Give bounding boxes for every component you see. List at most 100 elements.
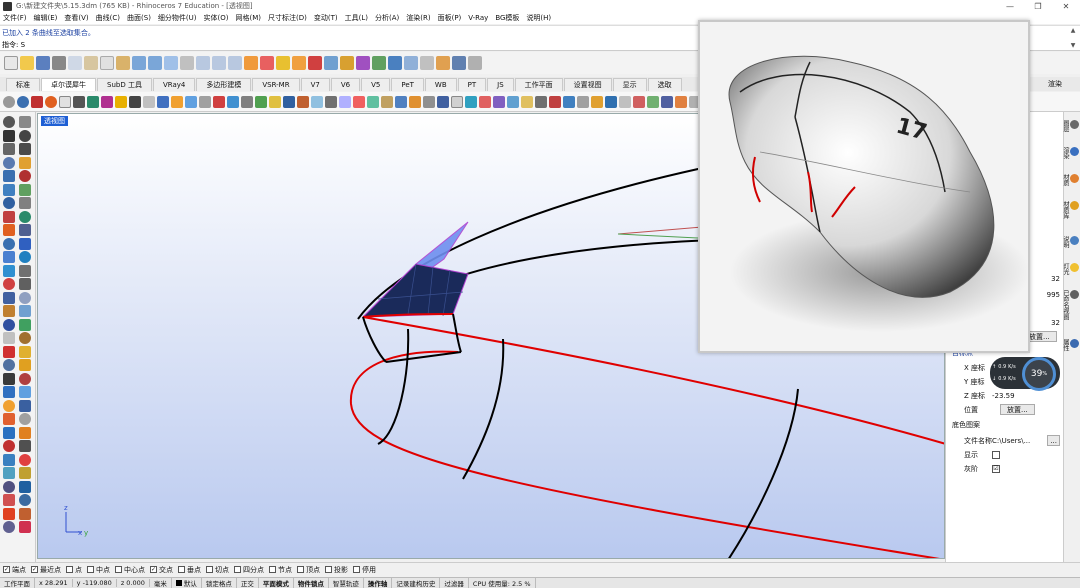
osnap-checkbox[interactable]: ✓ (31, 566, 38, 573)
dimension-tool-icon[interactable] (3, 386, 15, 398)
menu-edit[interactable]: 编辑(E) (34, 13, 58, 23)
tab-vray4[interactable]: VRay4 (152, 78, 196, 91)
join-tool-icon[interactable] (3, 359, 15, 371)
osnap-item[interactable]: 节点 (269, 565, 292, 575)
menu-vray[interactable]: V-Ray (468, 14, 488, 22)
move-tool-icon[interactable] (3, 305, 15, 317)
menu-transform[interactable]: 变动(T) (314, 13, 338, 23)
right-tab-3[interactable]: 材质库 (1062, 201, 1079, 219)
box-tool-icon[interactable] (3, 237, 15, 250)
offset-curve-tool-icon[interactable] (3, 183, 15, 196)
undo-tool-icon[interactable] (3, 507, 15, 520)
cplane-icon[interactable] (260, 56, 274, 70)
env-map-tool-icon[interactable] (493, 95, 505, 108)
camera-tool-icon[interactable] (19, 440, 31, 452)
select-tool-icon[interactable] (3, 116, 15, 128)
plane-tool-icon[interactable] (3, 197, 15, 209)
menu-panels[interactable]: 面板(P) (438, 13, 462, 23)
menu-mesh[interactable]: 网格(M) (236, 13, 262, 23)
redo-icon[interactable] (148, 56, 162, 70)
osnap-item[interactable]: ✓ 端点 (3, 565, 26, 575)
osnap-checkbox[interactable]: ✓ (3, 566, 10, 573)
osnap-item[interactable]: 中心点 (115, 565, 145, 575)
menu-curve[interactable]: 曲线(C) (96, 13, 120, 23)
place-button[interactable]: 放置... (1000, 404, 1035, 415)
block-tool-icon[interactable] (549, 95, 561, 108)
revolve-tool-icon[interactable] (3, 224, 15, 236)
status-gumball[interactable]: 操作轴 (364, 578, 393, 588)
tab-v5[interactable]: V5 (361, 78, 391, 91)
subd-tool-icon[interactable] (19, 291, 31, 304)
osnap-checkbox[interactable] (234, 566, 241, 573)
curvature-tool-icon[interactable] (465, 95, 477, 108)
hide-icon[interactable] (308, 56, 322, 70)
copy-tool-icon[interactable] (19, 305, 31, 317)
fillet-tool-icon[interactable] (171, 95, 183, 108)
status-units[interactable]: 毫米 (150, 578, 172, 588)
osnap-item[interactable]: 垂点 (178, 565, 201, 575)
right-tab-5[interactable]: 灯光 (1062, 262, 1079, 275)
browse-button[interactable]: ... (1047, 435, 1060, 446)
torus-tool-icon[interactable] (3, 264, 15, 277)
polygon-tool-icon[interactable] (3, 170, 15, 182)
rotate-view-icon[interactable] (180, 56, 194, 70)
point-tool-icon[interactable] (19, 116, 31, 128)
circle-tool-icon[interactable] (3, 143, 15, 155)
cone-tool-icon[interactable] (19, 251, 31, 263)
osnap-checkbox[interactable] (66, 566, 73, 573)
tab-subd-tools[interactable]: SubD 工具 (97, 78, 152, 91)
right-tab-4[interactable]: 说明 (1062, 235, 1079, 248)
tab-v6[interactable]: V6 (330, 78, 361, 91)
paste-icon[interactable] (116, 56, 130, 70)
help-tool-icon[interactable] (3, 521, 15, 533)
osnap-checkbox[interactable] (297, 566, 304, 573)
draft-tool-icon[interactable] (479, 95, 491, 108)
text-tool-icon[interactable] (535, 95, 547, 108)
status-layer[interactable]: 默认 (172, 578, 202, 588)
block-tool-icon[interactable] (19, 372, 31, 385)
project-tool-icon[interactable] (619, 95, 631, 108)
select-icon[interactable] (244, 56, 258, 70)
pipe-tool-icon[interactable] (19, 264, 31, 277)
tab-zhuoer-rhino[interactable]: 卓尔谟犀牛 (41, 78, 96, 91)
render-tool-icon[interactable] (3, 426, 15, 439)
split-tool-icon[interactable] (227, 95, 239, 108)
mirror-tool-icon[interactable] (3, 332, 15, 344)
cylinder-tool-icon[interactable] (3, 251, 15, 263)
offset-tool-icon[interactable] (269, 95, 281, 108)
command-prompt[interactable]: 指令: S (2, 40, 25, 50)
rotate-tool-icon[interactable] (339, 95, 351, 108)
save-icon[interactable] (36, 56, 50, 70)
shell-tool-icon[interactable] (19, 278, 31, 290)
right-tab-2[interactable]: 材质 (1062, 174, 1079, 186)
osnap-checkbox[interactable] (87, 566, 94, 573)
sweep-tool-icon[interactable] (199, 95, 211, 108)
osnap-checkbox[interactable] (178, 566, 185, 573)
render-icon[interactable] (388, 56, 402, 70)
menu-view[interactable]: 查看(V) (64, 13, 88, 23)
layout-tool-icon[interactable] (507, 95, 519, 108)
mesh-tool-icon[interactable] (87, 95, 99, 108)
extrude-tool-icon[interactable] (3, 210, 15, 223)
close-button[interactable]: ✕ (1052, 0, 1080, 12)
zoom-icon[interactable] (196, 56, 210, 70)
sweep-tool-icon[interactable] (19, 224, 31, 236)
right-tab-0[interactable]: 图层 (1062, 120, 1079, 132)
named-view-tool-icon[interactable] (19, 453, 31, 466)
menu-render[interactable]: 渲染(R) (406, 13, 430, 23)
analyze-tool-icon[interactable] (3, 413, 15, 425)
z-coordinate-value[interactable]: -23.59 (992, 392, 1060, 400)
redo-tool-icon[interactable] (19, 507, 31, 520)
explode-tool-icon[interactable] (19, 359, 31, 371)
sphere-tool-icon[interactable] (17, 95, 29, 108)
grayscale-checkbox[interactable]: ☑ (992, 464, 1000, 473)
options-tool-icon[interactable] (19, 521, 31, 533)
cut-icon[interactable] (84, 56, 98, 70)
trim-tool-icon[interactable] (213, 95, 225, 108)
osnap-item[interactable]: 中点 (87, 565, 110, 575)
loft-tool-icon[interactable] (19, 210, 31, 223)
menu-help[interactable]: 说明(H) (526, 13, 551, 23)
curve-tool-icon[interactable] (129, 95, 141, 108)
zoom-window-icon[interactable] (212, 56, 226, 70)
tab-set-view[interactable]: 设置视图 (563, 78, 612, 91)
